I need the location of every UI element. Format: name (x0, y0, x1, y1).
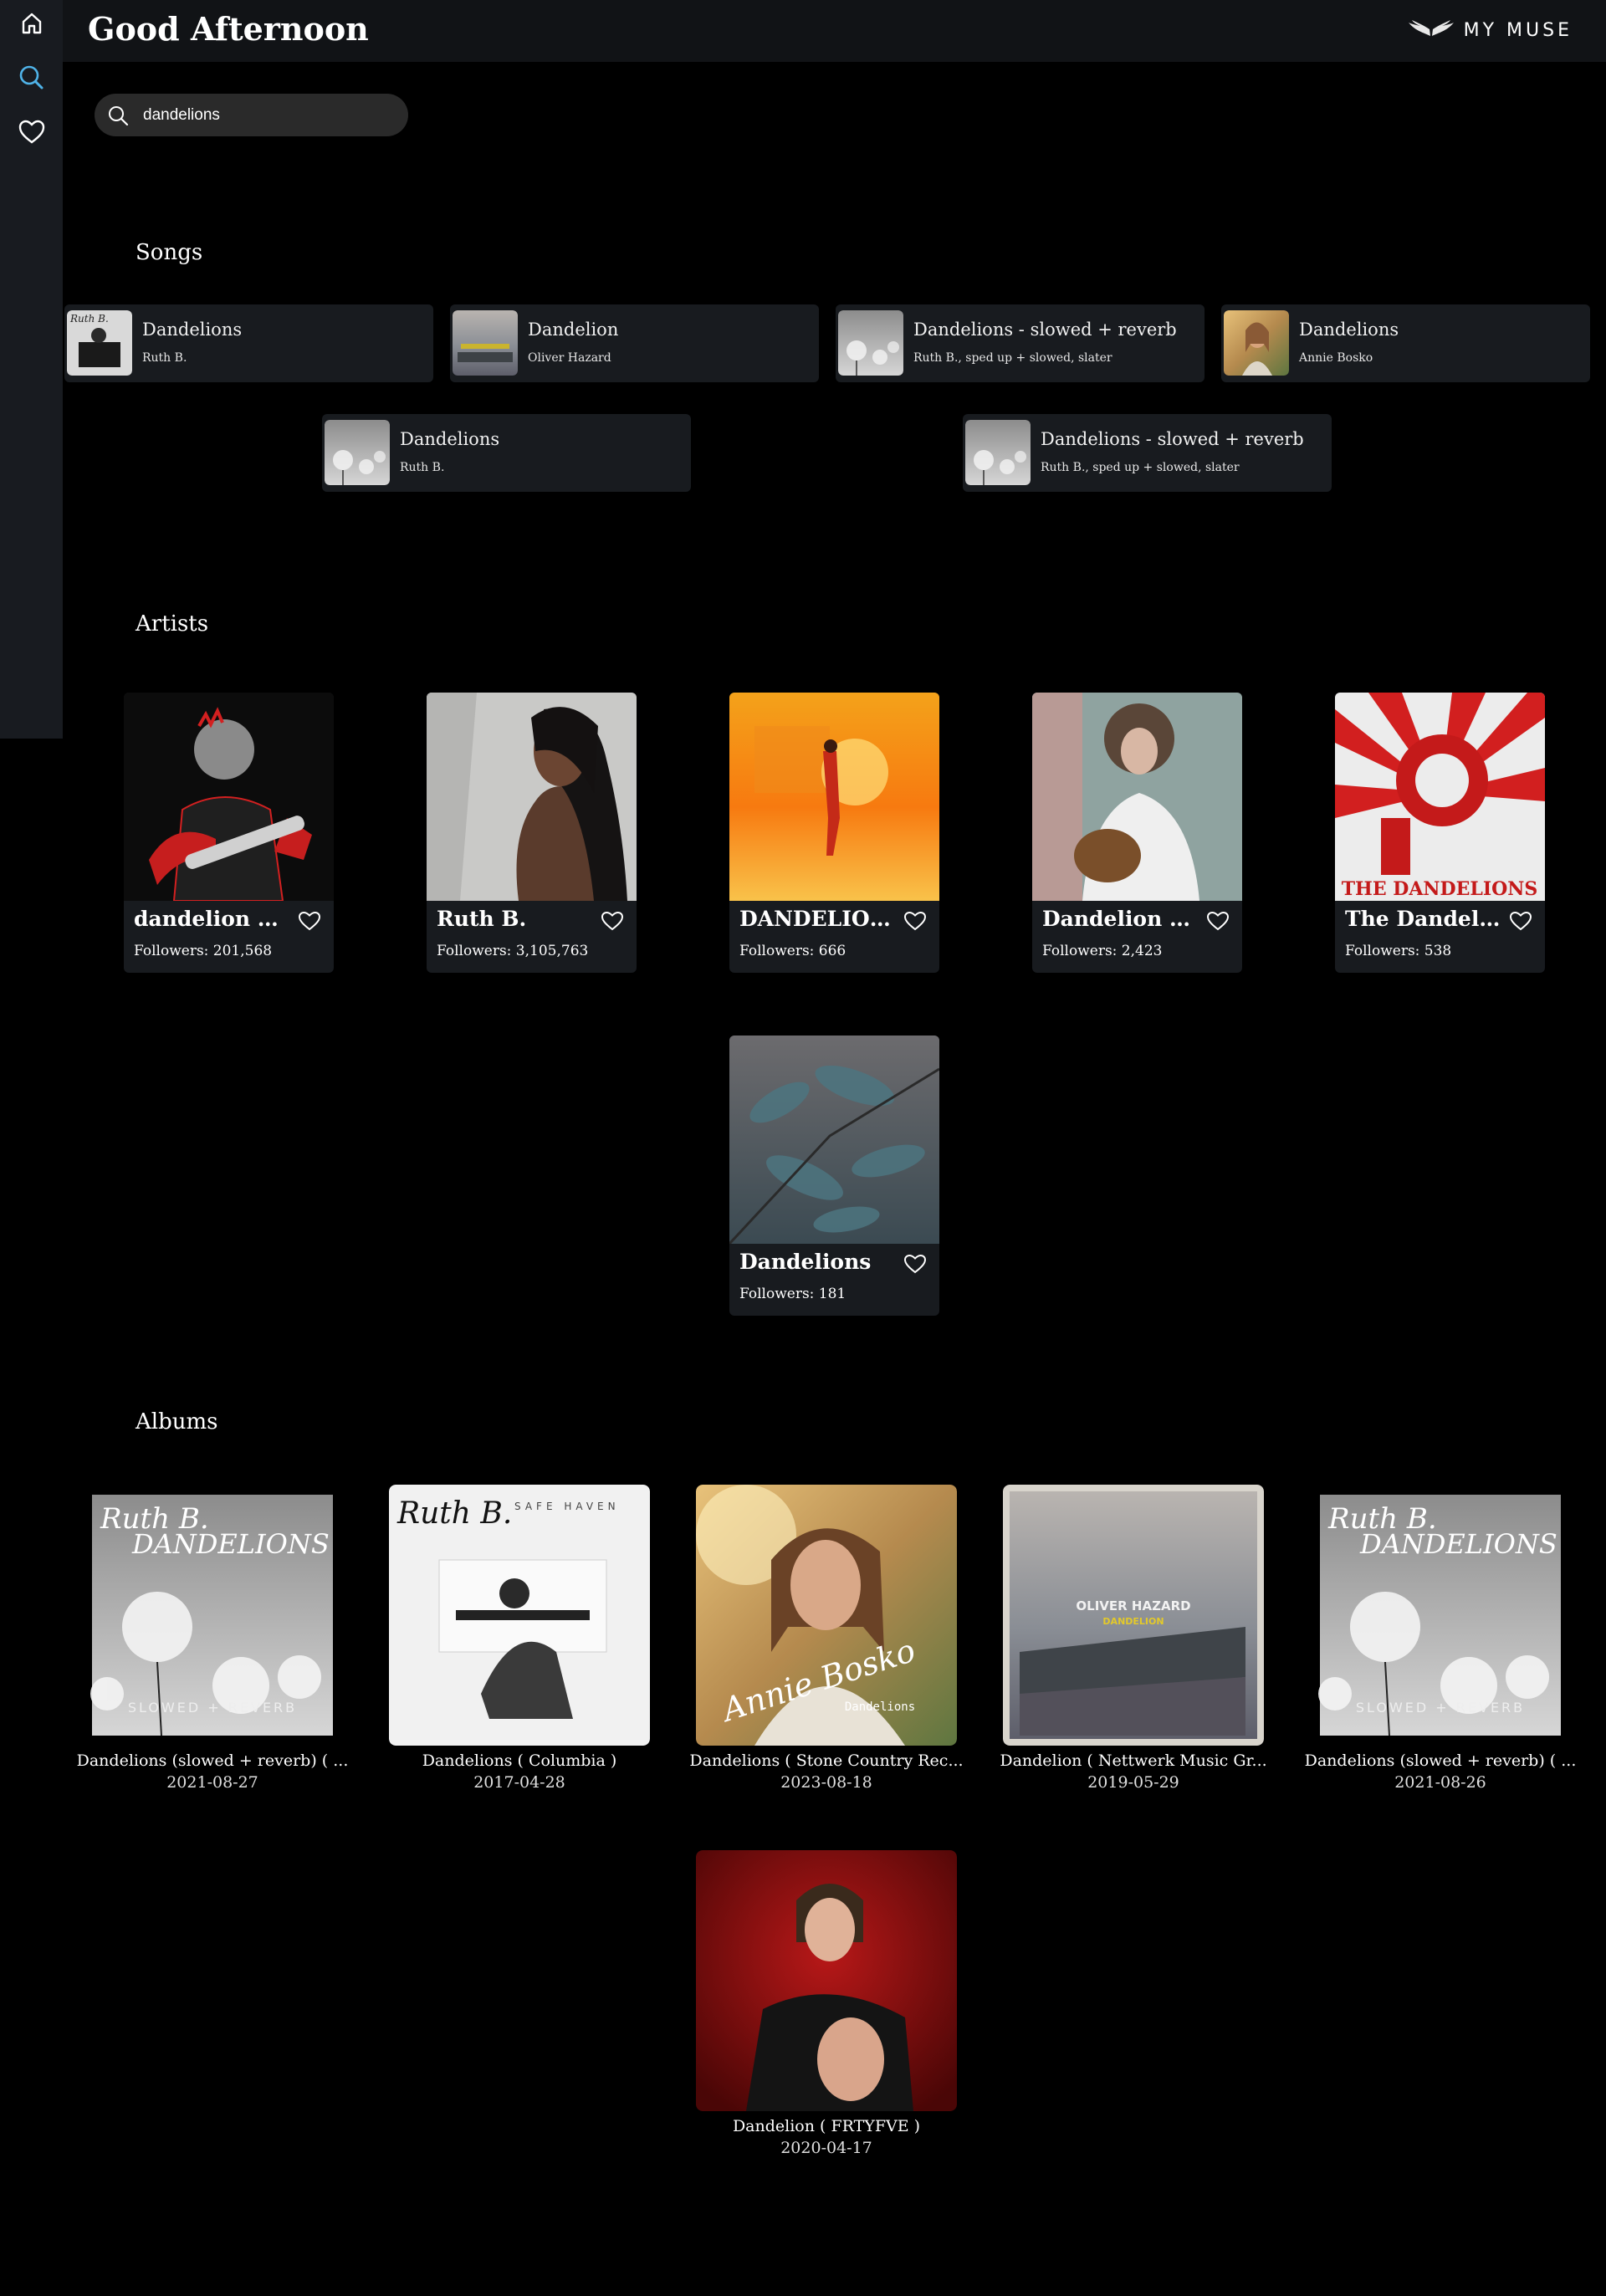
song-title: Dandelion (528, 320, 619, 340)
song-artist: Annie Bosko (1299, 351, 1373, 365)
album-date: 2017-04-28 (473, 1773, 565, 1792)
cover-text: DANDELION (1102, 1616, 1164, 1627)
logo-text: MY MUSE (1463, 19, 1573, 41)
song-artist: Ruth B. (142, 351, 187, 365)
album-cover: Ruth B. DANDELIONS SLOWED + REVERB (90, 1495, 333, 1736)
album-date: 2023-08-18 (780, 1773, 872, 1792)
cover-text: Ruth B. (69, 313, 109, 325)
song-cover (965, 420, 1031, 485)
album-cover: Ruth B. DANDELIONS SLOWED + REVERB (1318, 1495, 1561, 1736)
artist-followers: Followers: 3,105,763 (437, 943, 589, 959)
artist-card[interactable]: Dandelions Followers: 181 (729, 1036, 939, 1316)
song-cover (325, 420, 390, 485)
artist-image (729, 1036, 939, 1244)
song-title: Dandelions - slowed + reverb (913, 320, 1177, 340)
artist-name: Ruth B. (437, 907, 527, 931)
song-card[interactable]: Dandelions - slowed + reverb Ruth B., sp… (963, 414, 1332, 492)
cover-text: Ruth B. (396, 1496, 512, 1531)
album-cover: Ruth B. SAFE HAVEN (389, 1485, 650, 1746)
artist-followers: Followers: 666 (739, 943, 846, 959)
artist-followers: Followers: 181 (739, 1286, 846, 1302)
songs-heading: Songs (136, 240, 203, 265)
album-title: Dandelion ( Nettwerk Music Gr... (1000, 1751, 1267, 1770)
album-cover (696, 1850, 957, 2111)
song-cover (1224, 310, 1289, 376)
album-title: Dandelions (slowed + reverb) ( ... (76, 1751, 349, 1770)
song-cover (838, 310, 903, 376)
album-cover: OLIVER HAZARD DANDELION (1003, 1485, 1264, 1746)
song-card[interactable]: Dandelions Ruth B. (322, 414, 691, 492)
search-input[interactable] (141, 102, 396, 129)
song-card[interactable]: Ruth B. Dandelions Ruth B. (64, 304, 433, 382)
artists-heading: Artists (136, 611, 209, 637)
heart-icon[interactable] (600, 908, 625, 933)
heart-icon[interactable] (903, 908, 928, 933)
cover-text: OLIVER HAZARD (1076, 1598, 1190, 1613)
artist-image (729, 693, 939, 901)
artist-card[interactable]: THE DANDELIONS The Dandelions Followers:… (1335, 693, 1545, 973)
search-icon[interactable] (16, 62, 48, 94)
artist-name: Dandelion Hearts (1042, 907, 1201, 931)
wings-icon (1408, 20, 1454, 36)
cover-text: DANDELIONS (131, 1528, 330, 1560)
artist-name: Dandelions (739, 1250, 872, 1274)
artist-name: The Dandelions (1345, 907, 1504, 931)
song-card[interactable]: Dandelions - slowed + reverb Ruth B., sp… (836, 304, 1204, 382)
song-card[interactable]: Dandelion Oliver Hazard (450, 304, 819, 382)
artist-name: DANDELIONS (739, 907, 898, 931)
album-title: Dandelion ( FRTYFVE ) (732, 2117, 921, 2135)
album-title: Dandelions (slowed + reverb) ( ... (1304, 1751, 1577, 1770)
artist-card[interactable]: dandelion hard Followers: 201,568 (124, 693, 334, 973)
artist-followers: Followers: 201,568 (134, 943, 273, 959)
heart-icon[interactable] (903, 1251, 928, 1276)
heart-icon[interactable] (16, 116, 48, 148)
cover-text: DANDELIONS (1359, 1528, 1557, 1560)
top-bar: Good Afternoon MY MUSE (63, 0, 1606, 62)
artist-followers: Followers: 2,423 (1042, 943, 1163, 959)
artist-image: THE DANDELIONS (1335, 693, 1545, 901)
song-title: Dandelions (1299, 320, 1399, 340)
cover-text: SLOWED + REVERB (128, 1700, 297, 1716)
heart-icon[interactable] (1205, 908, 1230, 933)
song-cover: Ruth B. (67, 310, 132, 376)
artist-image (427, 693, 637, 901)
album-title: Dandelions ( Columbia ) (422, 1751, 617, 1770)
album-date: 2020-04-17 (780, 2139, 872, 2157)
song-title: Dandelions (142, 320, 243, 340)
search-bar (95, 94, 408, 136)
album-date: 2021-08-26 (1394, 1773, 1486, 1792)
heart-icon[interactable] (1508, 908, 1533, 933)
album-title: Dandelions ( Stone Country Rec... (689, 1751, 964, 1770)
cover-text: SLOWED + REVERB (1356, 1700, 1525, 1716)
song-cover (453, 310, 518, 376)
song-title: Dandelions (400, 429, 500, 449)
albums-heading: Albums (136, 1409, 218, 1434)
song-artist: Ruth B. (400, 461, 445, 474)
image-text: THE DANDELIONS (1342, 878, 1538, 900)
song-artist: Oliver Hazard (528, 351, 611, 365)
album-date: 2019-05-29 (1087, 1773, 1179, 1792)
artist-card[interactable]: Ruth B. Followers: 3,105,763 (427, 693, 637, 973)
artist-image (1032, 693, 1242, 901)
song-artist: Ruth B., sped up + slowed, slater (1041, 461, 1240, 474)
artist-followers: Followers: 538 (1345, 943, 1452, 959)
album-cover: Annie Bosko Dandelions (696, 1485, 957, 1746)
cover-text: SAFE HAVEN (514, 1501, 620, 1512)
sidebar (0, 0, 63, 739)
artist-name: dandelion hard (134, 907, 293, 931)
song-artist: Ruth B., sped up + slowed, slater (913, 351, 1112, 365)
home-icon[interactable] (16, 8, 48, 39)
heart-icon[interactable] (297, 908, 322, 933)
album-date: 2021-08-27 (166, 1773, 258, 1792)
artist-card[interactable]: Dandelion Hearts Followers: 2,423 (1032, 693, 1242, 973)
cover-text: Dandelions (845, 1700, 915, 1714)
artist-card[interactable]: DANDELIONS Followers: 666 (729, 693, 939, 973)
search-icon (109, 106, 129, 126)
artist-image (124, 693, 334, 901)
song-title: Dandelions - slowed + reverb (1041, 429, 1304, 449)
song-card[interactable]: Dandelions Annie Bosko (1221, 304, 1590, 382)
logo[interactable]: MY MUSE (1407, 17, 1573, 43)
page-title: Good Afternoon (88, 10, 369, 48)
